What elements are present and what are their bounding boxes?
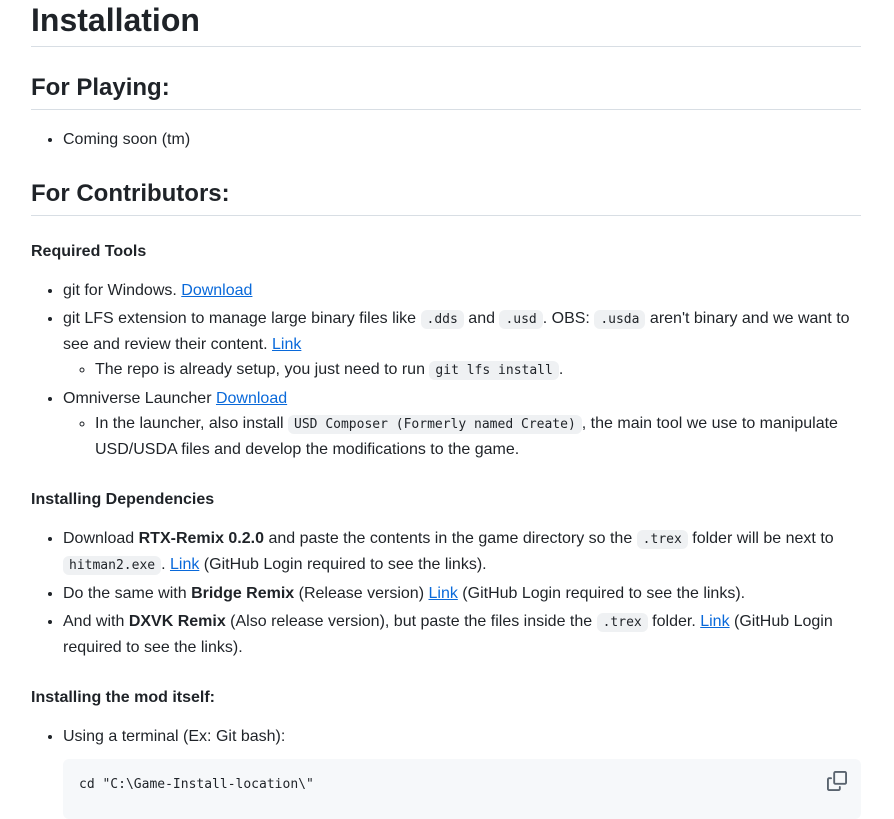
inline-code: .trex	[596, 613, 648, 632]
item-text: git LFS extension to manage large binary…	[63, 310, 421, 327]
item-text: folder will be next to	[687, 530, 834, 547]
item-text: and	[463, 310, 500, 327]
code-line: cd "C:\Game-Install-location\"	[79, 777, 314, 792]
item-text: In the launcher, also install	[95, 415, 289, 432]
git-lfs-sublist: The repo is already setup, you just need…	[63, 357, 861, 383]
item-text: git for Windows.	[63, 282, 182, 299]
item-text: folder.	[647, 613, 701, 630]
dxvk-remix-link[interactable]: Link	[700, 613, 729, 630]
git-download-link[interactable]: Download	[181, 282, 252, 299]
list-item-omniverse: Omniverse Launcher Download In the launc…	[63, 386, 861, 462]
omniverse-download-link[interactable]: Download	[216, 390, 287, 407]
bridge-remix-link[interactable]: Link	[428, 585, 457, 602]
list-item-rtx-remix: Download RTX-Remix 0.2.0 and paste the c…	[63, 526, 861, 578]
item-text: Do the same with	[63, 585, 192, 602]
sublist-item: In the launcher, also install USD Compos…	[95, 411, 861, 462]
heading-installing-mod: Installing the mod itself:	[31, 689, 216, 706]
page-title: Installation	[31, 0, 861, 47]
item-text: (GitHub Login required to see the links)…	[457, 585, 746, 602]
list-item-dxvk-remix: And with DXVK Remix (Also release versio…	[63, 609, 861, 660]
item-text: The repo is already setup, you just need…	[95, 361, 430, 378]
list-item: Coming soon (tm)	[63, 127, 861, 152]
heading-installing-dependencies: Installing Dependencies	[31, 491, 215, 508]
inline-code: git lfs install	[429, 361, 559, 380]
list-item-git: git for Windows. Download	[63, 278, 861, 303]
item-text: (GitHub Login required to see the links)…	[199, 556, 487, 573]
git-lfs-link[interactable]: Link	[272, 336, 301, 353]
omniverse-sublist: In the launcher, also install USD Compos…	[63, 411, 861, 462]
mod-install-list: Using a terminal (Ex: Git bash):	[31, 724, 861, 749]
bold-text: Bridge Remix	[191, 585, 295, 602]
list-item-terminal: Using a terminal (Ex: Git bash):	[63, 724, 861, 749]
inline-code: .dds	[420, 310, 464, 329]
item-text: .	[161, 556, 170, 573]
dependencies-list: Download RTX-Remix 0.2.0 and paste the c…	[31, 526, 861, 660]
inline-code: hitman2.exe	[63, 556, 162, 575]
playing-list: Coming soon (tm)	[31, 127, 861, 152]
item-text: .	[558, 361, 564, 378]
item-text: Download	[63, 530, 139, 547]
heading-for-contributors: For Contributors:	[31, 179, 861, 216]
item-text: . OBS:	[542, 310, 595, 327]
copy-icon[interactable]	[827, 771, 847, 791]
item-text: (Release version)	[294, 585, 429, 602]
item-text: And with	[63, 613, 129, 630]
item-text: (Also release version), but paste the fi…	[225, 613, 597, 630]
inline-code: .usd	[499, 310, 543, 329]
list-item-git-lfs: git LFS extension to manage large binary…	[63, 306, 861, 383]
code-block[interactable]: cd "C:\Game-Install-location\"	[63, 759, 861, 819]
inline-code: USD Composer (Formerly named Create)	[288, 415, 582, 434]
list-item-bridge-remix: Do the same with Bridge Remix (Release v…	[63, 581, 861, 606]
heading-required-tools: Required Tools	[31, 243, 147, 260]
required-tools-list: git for Windows. Download git LFS extens…	[31, 278, 861, 462]
inline-code: .usda	[594, 310, 646, 329]
item-text: Omniverse Launcher	[63, 390, 216, 407]
rtx-remix-link[interactable]: Link	[170, 556, 199, 573]
inline-code: .trex	[636, 530, 688, 549]
item-text: and paste the contents in the game direc…	[264, 530, 637, 547]
bold-text: DXVK Remix	[128, 613, 226, 630]
bold-text: RTX-Remix 0.2.0	[138, 530, 264, 547]
heading-for-playing: For Playing:	[31, 73, 861, 110]
sublist-item: The repo is already setup, you just need…	[95, 357, 861, 383]
readme-content: Installation For Playing: Coming soon (t…	[0, 0, 894, 819]
